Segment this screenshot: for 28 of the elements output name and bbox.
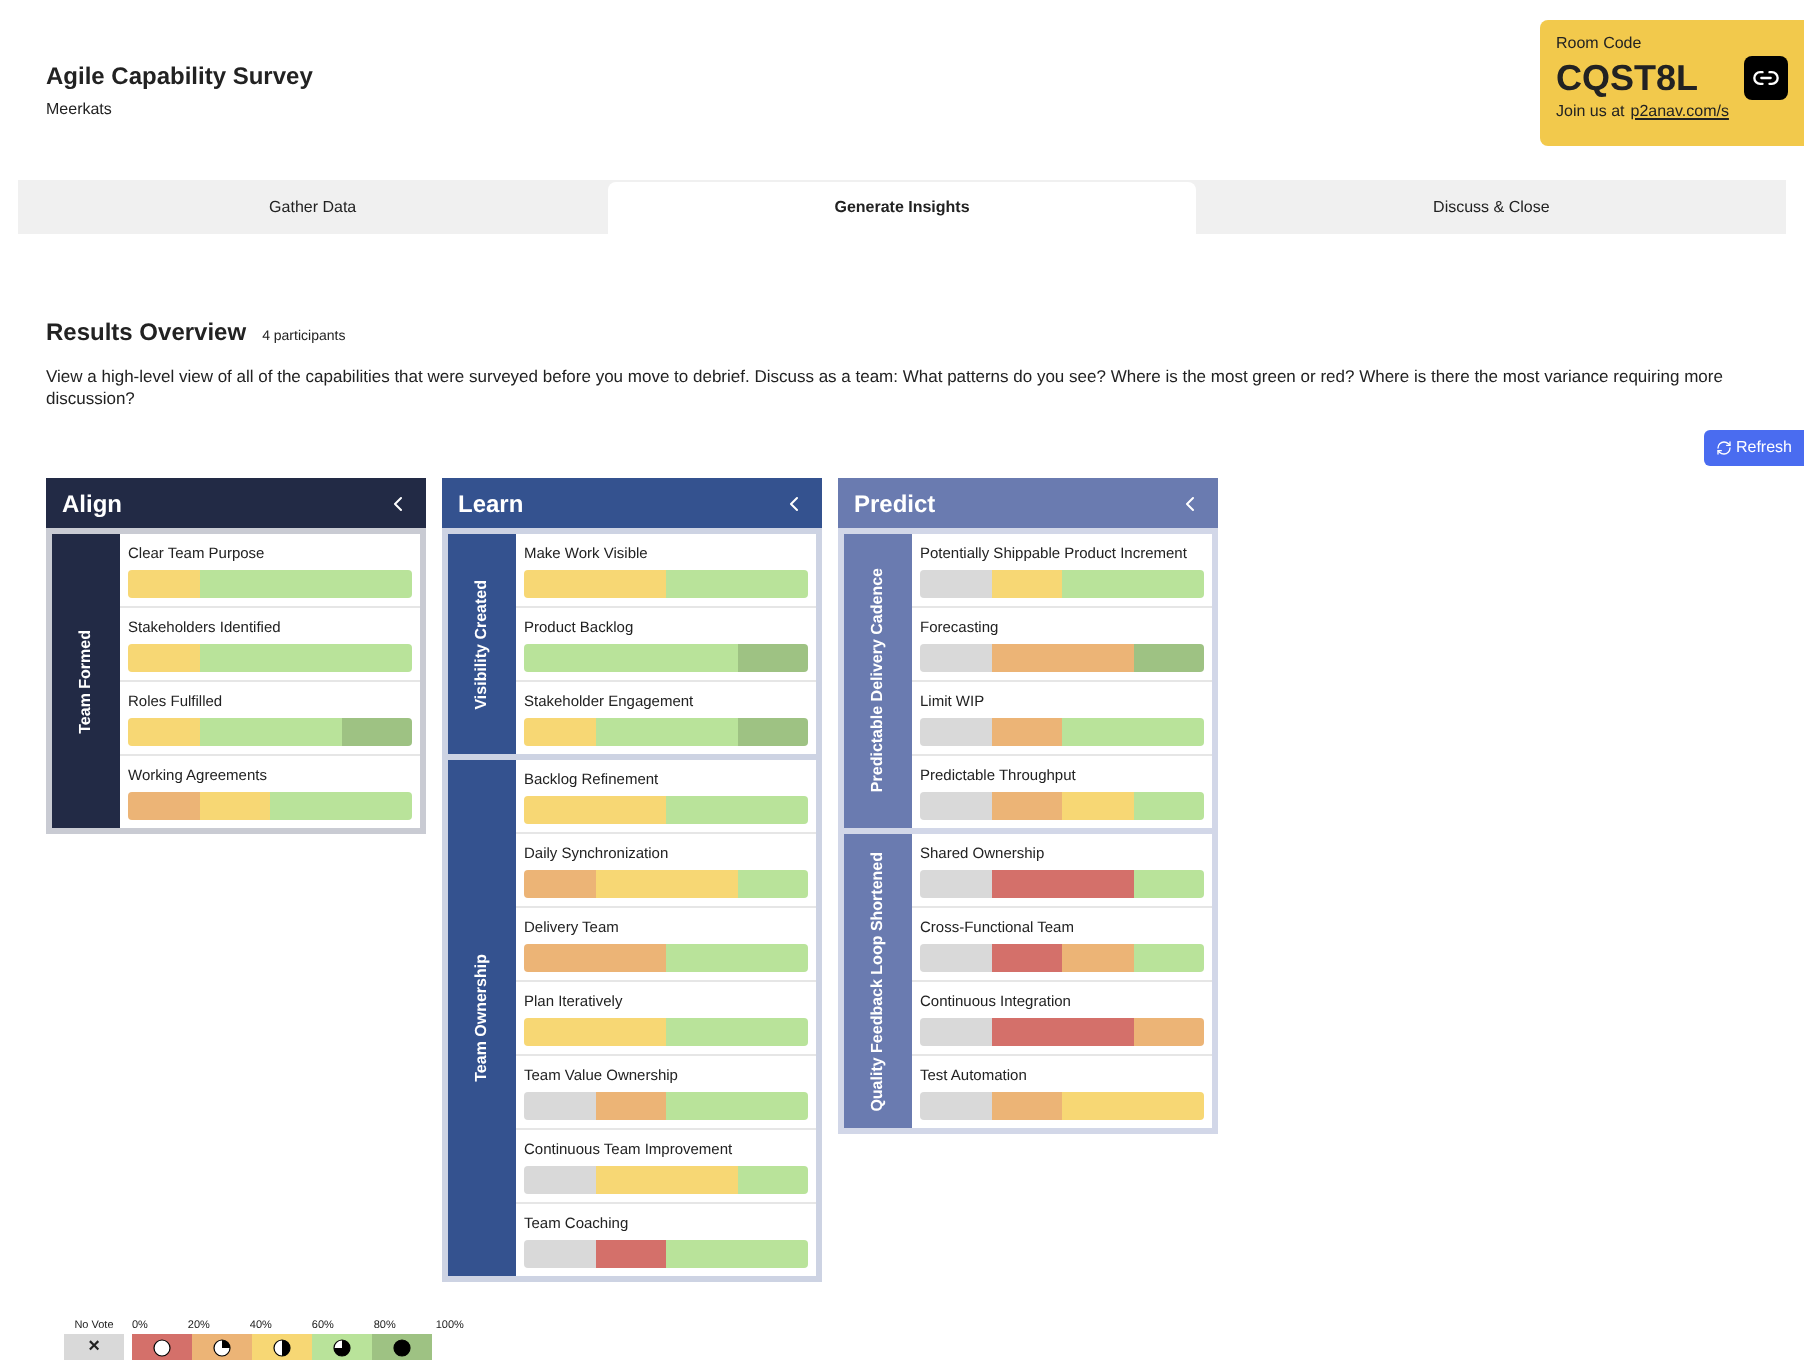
pie-icon (392, 1337, 412, 1357)
tab[interactable]: Discuss & Close (1196, 180, 1787, 234)
group-label: Team Ownership (472, 954, 492, 1082)
group-label: Visibility Created (472, 579, 492, 709)
pie-icon (152, 1337, 172, 1357)
room-code: CQST8L (1556, 56, 1699, 100)
refresh-button[interactable]: Refresh (1703, 430, 1804, 466)
section-title: Results Overview (46, 316, 247, 350)
page-title: Agile Capability Survey (46, 60, 313, 94)
column-header[interactable]: Learn (442, 478, 822, 528)
copy-link-button[interactable] (1744, 56, 1788, 100)
tab[interactable]: Generate Insights (607, 182, 1197, 234)
column-header[interactable]: Predict (838, 478, 1218, 528)
room-code-label: Room Code (1556, 32, 1644, 56)
pie-icon (272, 1337, 292, 1357)
tab[interactable]: Gather Data (18, 180, 608, 234)
column-header[interactable]: Align (46, 478, 426, 528)
group-label: Quality Feedback Loop Shortened (868, 851, 888, 1111)
pie-icon (212, 1337, 232, 1357)
section-description: View a high-level view of all of the capabilities that were surveyed before you move to debrief. Discuss as a team: What patterns do you see? Where is the most green or red? Where is there the most variance requiring more discussion? (46, 366, 1725, 410)
refresh-icon (1715, 440, 1732, 456)
join-link[interactable]: p2anav.com/s (1630, 100, 1729, 124)
pie-icon (332, 1337, 352, 1357)
group-label: Team Formed (76, 629, 96, 733)
no-vote-swatch: × (64, 1334, 124, 1360)
team-name: Meerkats (46, 98, 114, 122)
group-label: Predictable Delivery Cadence (868, 568, 888, 794)
join-text: Join us at (1556, 100, 1625, 124)
